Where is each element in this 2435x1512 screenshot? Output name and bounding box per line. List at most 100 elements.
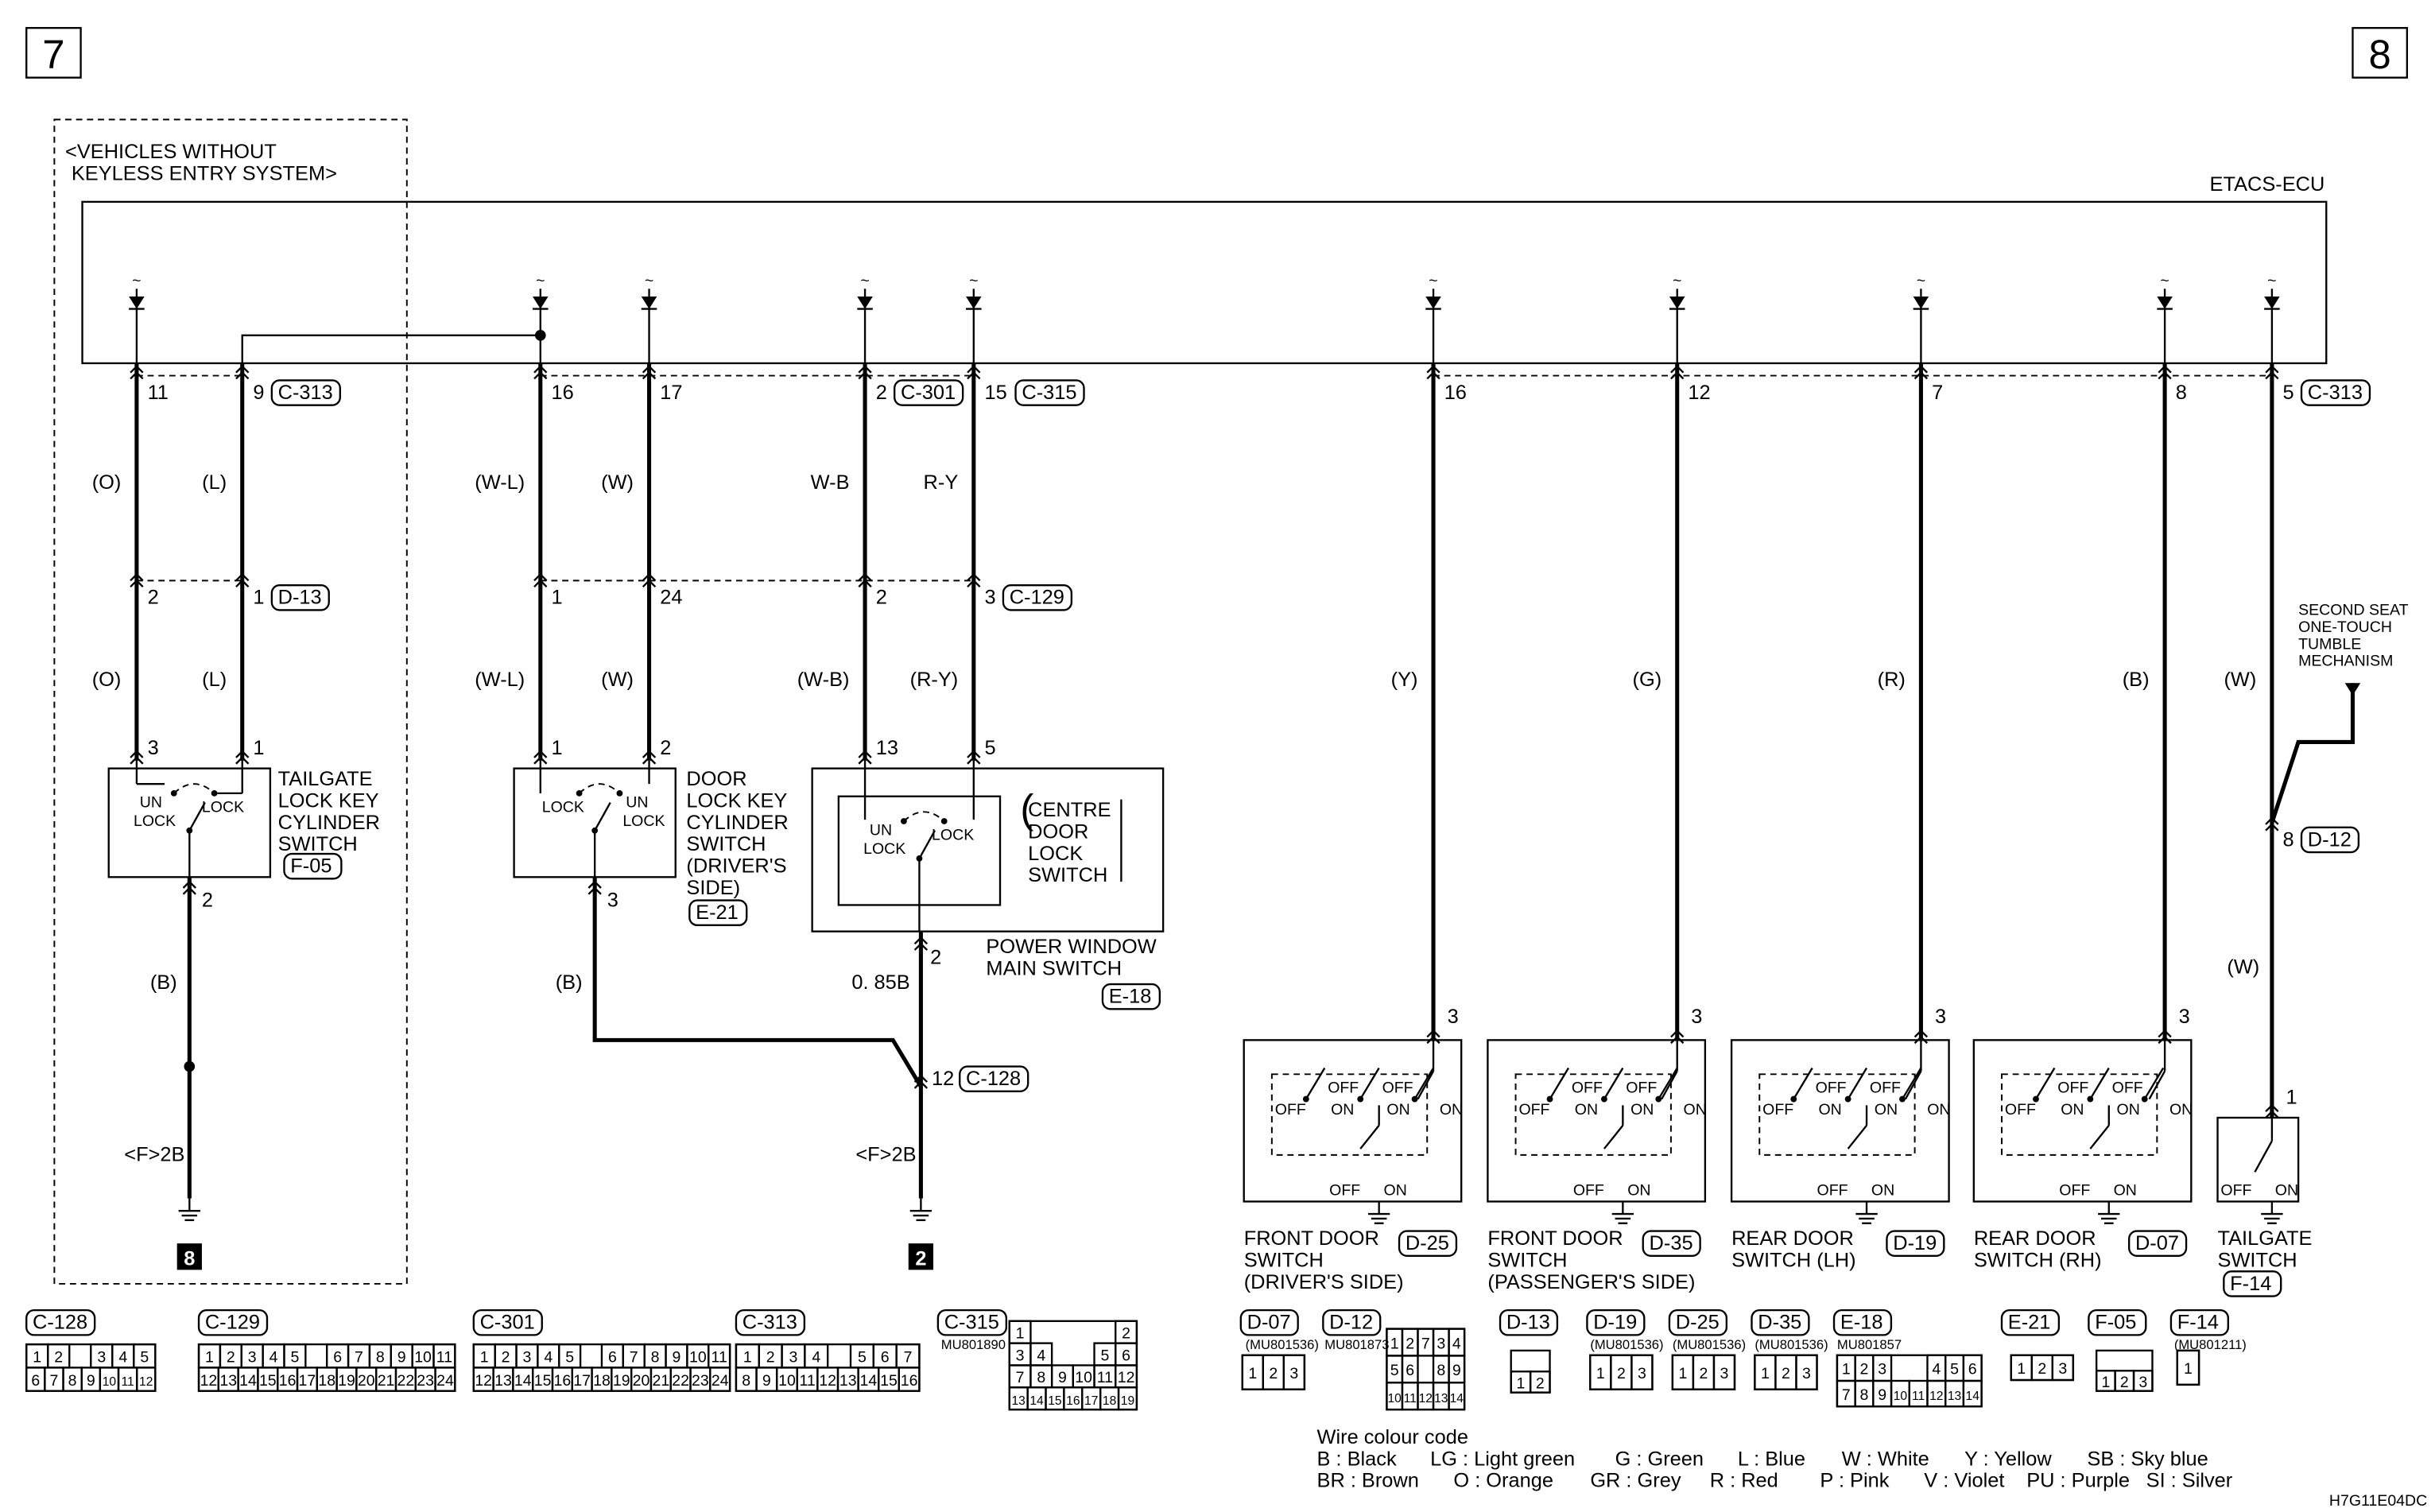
switch-blade [2034, 1067, 2056, 1100]
switch-blade [1603, 1067, 1624, 1100]
connector-pin-label: 11 [436, 1349, 452, 1367]
ground-point-id: 8 [184, 1248, 195, 1270]
on-label: ON [1575, 1101, 1598, 1118]
connector-pin-label: 3 [248, 1349, 257, 1367]
ecu-pin-number: 11 [148, 382, 169, 404]
connector-pin-label: 6 [1406, 1362, 1414, 1379]
connector-pin-label: 5 [1390, 1362, 1399, 1379]
wire-colour-label: (G) [1633, 669, 1662, 691]
connector-pin-label: 5 [858, 1349, 867, 1367]
mechanism-icon [2344, 683, 2361, 696]
wire-colour-label: (W) [2224, 669, 2256, 691]
off-label: OFF [2057, 1080, 2088, 1097]
connector-pin-label: 1 [1516, 1374, 1525, 1392]
connector-pin-label: 10 [414, 1349, 432, 1367]
wire-colour-label: (W-L) [475, 669, 525, 691]
ecu-terminal-mark: ~ [2267, 272, 2276, 289]
connector-pin-label: 20 [358, 1372, 375, 1390]
connector-pin-label: 1 [2184, 1360, 2193, 1378]
connector-pin-label: 9 [397, 1349, 406, 1367]
door-switch-box [1972, 1039, 2193, 1203]
connector-pin-label: 2 [1699, 1365, 1708, 1382]
variant-note-line1: <VEHICLES WITHOUT [65, 141, 277, 163]
off-label: OFF [1626, 1080, 1657, 1097]
on-label: ON [2114, 1182, 2137, 1200]
door-switch-connector: D-19 [1893, 1232, 1937, 1254]
connector-pin-label: 10 [689, 1349, 707, 1367]
switch-blade [1603, 1125, 1624, 1150]
wire-colour-label: (W) [2227, 956, 2259, 978]
door-switch-label: FRONT DOOR [1487, 1227, 1623, 1250]
on-label: ON [1627, 1182, 1650, 1200]
connector-pin-label: 3 [1878, 1361, 1886, 1378]
variant-note-line2: KEYLESS ENTRY SYSTEM> [72, 163, 337, 185]
off-label: OFF [1573, 1182, 1604, 1200]
connector-pin-label: 24 [712, 1372, 729, 1390]
unlock-label: LOCK [134, 812, 176, 830]
second-seat-connector: D-12 [2308, 828, 2352, 851]
on-label: ON [2117, 1101, 2140, 1118]
connector-pin-label: 13 [1434, 1392, 1448, 1405]
wire-colour-label: (O) [92, 471, 122, 494]
connector-pin-label: 9 [1058, 1369, 1067, 1386]
connector-pin-label: 8 [1860, 1386, 1869, 1404]
wire-colour-code-entry: LG : Light green [1430, 1448, 1575, 1470]
connector-pin-label: 16 [901, 1372, 918, 1390]
door-switch-box [1243, 1039, 1463, 1203]
diode-icon [641, 296, 657, 309]
connector-pin-label: 2 [2120, 1374, 2129, 1391]
door-lock-switch-label: DOOR [686, 768, 746, 790]
diode-icon [1425, 296, 1441, 309]
connector-pin-label: 12 [819, 1372, 836, 1390]
door-switch-label: REAR DOOR [1974, 1227, 2096, 1250]
door-switch-pin-number: 3 [1448, 1006, 1459, 1028]
component-pin-number: 2 [660, 737, 671, 759]
connector-pin-label: 2 [227, 1349, 235, 1367]
connector-pin-label: 2 [1860, 1361, 1869, 1378]
connector-pin-label: 13 [494, 1372, 512, 1390]
wire-colour-label: (L) [202, 669, 227, 691]
lock-label: LOCK [932, 826, 974, 843]
connector-pin-label: 4 [1932, 1361, 1941, 1378]
connector-pin-label: 9 [87, 1372, 95, 1390]
connector-pin-label: 11 [712, 1349, 727, 1367]
connector-pin-label: 10 [778, 1372, 796, 1390]
connector-part-number: MU801890 [941, 1337, 1006, 1352]
power-window-switch-label: POWER WINDOW [986, 936, 1156, 958]
connector-pin-label: 12 [200, 1372, 218, 1390]
connector-pin-label: 1 [743, 1349, 752, 1367]
unlock-label: UN [626, 793, 648, 811]
connector-view-tag: E-18 [1840, 1312, 1883, 1334]
wire-colour-code-entry: PU : Purple [2026, 1470, 2130, 1492]
connector-view-tag: D-07 [1247, 1312, 1291, 1334]
ecu-connector-C-315: C-315 [1022, 382, 1076, 404]
diode-icon [1913, 296, 1929, 309]
connector-pin-label: 5 [1100, 1347, 1109, 1364]
connector-pin-label: 17 [299, 1372, 316, 1390]
tailgate-switch-label: SWITCH [2218, 1249, 2297, 1271]
switch-travel [903, 811, 945, 822]
door-switch-label: (DRIVER'S SIDE) [1244, 1271, 1404, 1293]
connector-pin-label: 1 [1016, 1325, 1025, 1343]
ecu-pin-number: 16 [551, 382, 573, 404]
diagram-id: H7G11E04DC [2329, 1492, 2427, 1510]
connector-pin-label: 22 [672, 1372, 689, 1390]
switch-travel [173, 783, 215, 794]
connector-pin-label: 2 [2038, 1360, 2046, 1378]
connector-view-tag: F-05 [2095, 1312, 2136, 1334]
door-lock-switch-connector: E-21 [696, 901, 739, 924]
door-lock-switch-label: CYLINDER [686, 812, 788, 834]
wire-colour-code-title: Wire colour code [1317, 1426, 1468, 1448]
door-switch-label: SWITCH [1487, 1249, 1567, 1271]
tailgate-lock-switch-label: TAILGATE [278, 768, 373, 790]
ecu-terminal-mark: ~ [969, 272, 978, 289]
connector-pin-label: 7 [1421, 1335, 1430, 1352]
wire-colour-code-entry: GR : Grey [1590, 1470, 1681, 1492]
switch-blade [918, 830, 936, 859]
ecu-pin-number: 9 [253, 382, 264, 404]
on-label: ON [1386, 1101, 1409, 1118]
connector-pin-label: 4 [812, 1349, 820, 1367]
connector-view-tag: D-19 [1593, 1312, 1637, 1334]
connector-pin-label: 10 [1075, 1369, 1092, 1386]
connector-pin-label: 14 [1029, 1394, 1044, 1408]
